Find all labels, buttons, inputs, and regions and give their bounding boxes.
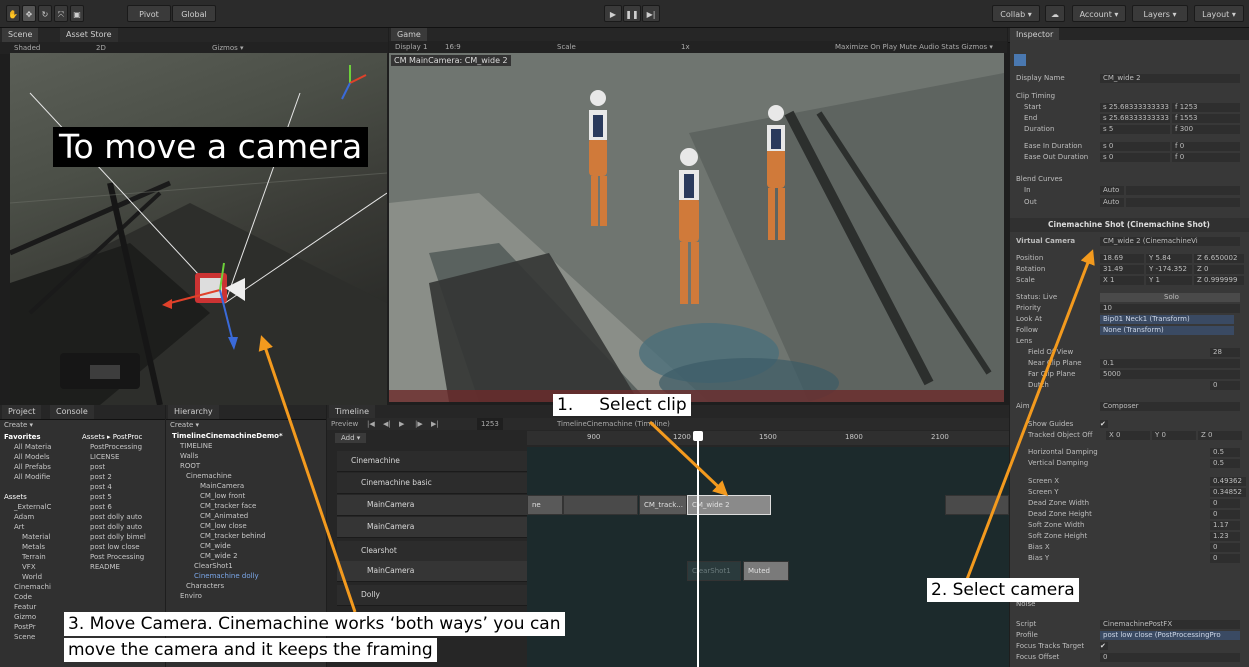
arrow-select-camera	[964, 249, 1095, 583]
step-1-text: Select clip	[599, 395, 687, 415]
annotation-arrows	[258, 249, 1095, 613]
annotation-step-1: 1. Select clip	[553, 394, 691, 416]
arrow-select-clip	[648, 420, 729, 497]
arrow-move-camera	[258, 335, 357, 613]
annotation-step-2: 2. Select camera	[927, 578, 1079, 602]
annotation-step-3-line-1: 3. Move Camera. Cinemachine works ‘both …	[64, 612, 565, 636]
step-1-number: 1.	[557, 395, 574, 415]
annotation-step-3-line-2: move the camera and it keeps the framing	[64, 638, 437, 662]
